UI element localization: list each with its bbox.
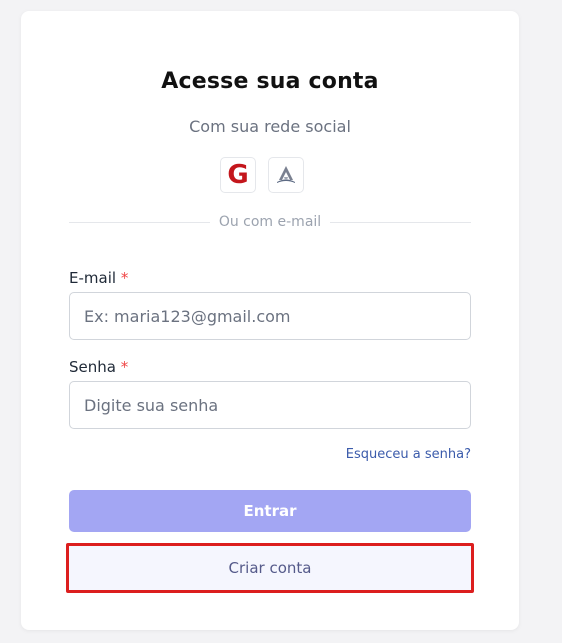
divider-text: Ou com e-mail xyxy=(218,214,322,230)
password-required-mark: * xyxy=(120,358,129,376)
google-login-button[interactable]: G xyxy=(220,157,256,193)
email-input[interactable] xyxy=(69,292,471,340)
password-input[interactable] xyxy=(69,381,471,429)
password-label-text: Senha xyxy=(69,358,116,376)
forgot-password-link[interactable]: Esqueceu a senha? xyxy=(346,447,471,462)
email-label-text: E-mail xyxy=(69,269,117,287)
social-subtitle: Com sua rede social xyxy=(189,117,351,136)
email-label: E-mail * xyxy=(69,269,128,287)
login-button[interactable]: Entrar xyxy=(69,490,471,532)
page-title: Acesse sua conta xyxy=(161,69,379,94)
email-required-mark: * xyxy=(120,269,129,287)
divider-line-right xyxy=(330,221,472,223)
create-account-button[interactable]: Criar conta xyxy=(66,543,474,593)
login-card: Acesse sua conta Com sua rede social G O… xyxy=(21,11,519,630)
divider-line-left xyxy=(69,221,210,223)
password-label: Senha * xyxy=(69,358,128,376)
divider: Ou com e-mail xyxy=(69,214,472,230)
google-icon: G xyxy=(227,160,249,190)
church-icon xyxy=(277,166,295,183)
social-login-group: G xyxy=(220,157,304,193)
church-login-button[interactable] xyxy=(268,157,304,193)
